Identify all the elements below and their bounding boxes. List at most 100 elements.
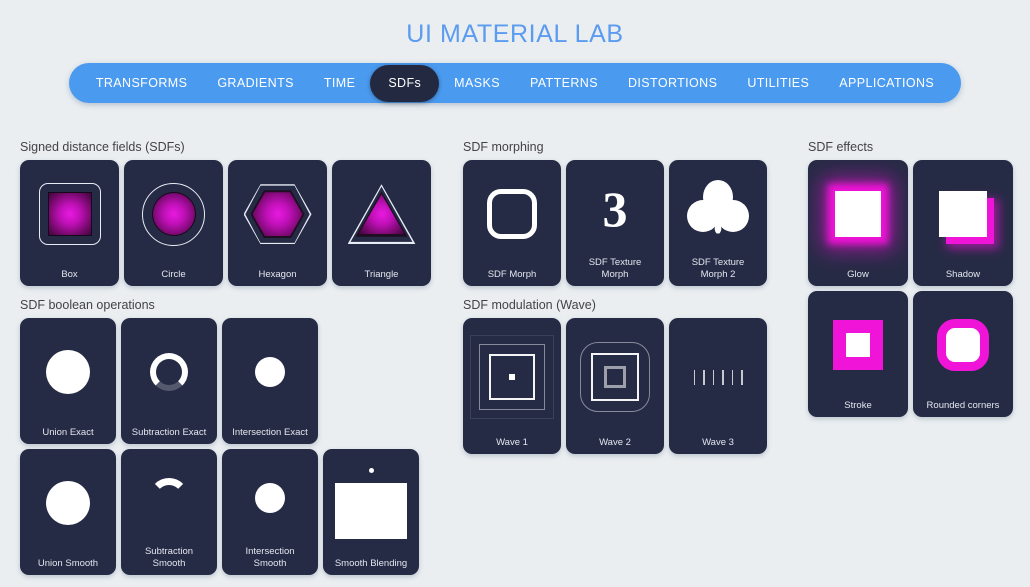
tab-utilities[interactable]: UTILITIES xyxy=(732,66,824,100)
box-sdf-icon xyxy=(20,160,119,269)
section-title-boolean-ops: SDF boolean operations xyxy=(20,298,155,312)
card-label: Triangle xyxy=(364,268,399,280)
card-label: Stroke xyxy=(844,399,872,411)
glow-square-icon xyxy=(835,191,881,238)
card-intersection-smooth[interactable]: Intersection Smooth xyxy=(222,449,318,575)
nav-bar-wrapper: TRANSFORMS GRADIENTS TIME SDFs MASKS PAT… xyxy=(0,63,1030,103)
tab-time[interactable]: TIME xyxy=(309,66,370,100)
page-title: UI MATERIAL LAB xyxy=(406,20,624,48)
section-title-modulation: SDF modulation (Wave) xyxy=(463,298,596,312)
small-circle-icon xyxy=(255,357,285,388)
card-wave-2[interactable]: Wave 2 xyxy=(566,318,664,454)
card-stroke[interactable]: Stroke xyxy=(808,291,908,417)
section-title-morphing: SDF morphing xyxy=(463,140,544,154)
card-label: Subtraction Exact xyxy=(131,426,207,438)
card-smooth-blending[interactable]: Smooth Blending xyxy=(323,449,419,575)
card-label: Subtraction Smooth xyxy=(144,546,194,569)
dot-icon xyxy=(368,467,374,473)
intersection-smooth-icon xyxy=(222,449,318,546)
sdf-primitives-row: Box Circle Hexagon Triangle xyxy=(20,160,455,286)
card-triangle[interactable]: Triangle xyxy=(332,160,431,286)
tab-applications[interactable]: APPLICATIONS xyxy=(824,66,949,100)
card-subtraction-smooth[interactable]: Subtraction Smooth xyxy=(121,449,217,575)
tab-gradients[interactable]: GRADIENTS xyxy=(202,66,309,100)
card-label: Wave 2 xyxy=(599,436,631,448)
digit-three-icon: 3 xyxy=(602,180,628,237)
card-label: Box xyxy=(61,268,78,280)
wave-2-layers xyxy=(577,339,653,415)
section-boolean-ops: SDF boolean operations Union Exact Subtr… xyxy=(20,298,455,575)
tab-distortions[interactable]: DISTORTIONS xyxy=(613,66,732,100)
morphing-row: SDF Morph 3 SDF Texture Morph SDF Textur… xyxy=(463,160,800,286)
card-glow[interactable]: Glow xyxy=(808,160,908,286)
content-columns: Signed distance fields (SDFs) Box Circle xyxy=(0,140,1030,575)
card-rounded-corners[interactable]: Rounded corners xyxy=(913,291,1013,417)
wave-2-icon xyxy=(566,318,664,437)
card-label: Shadow xyxy=(945,268,981,280)
card-label: Intersection Smooth xyxy=(245,546,295,569)
card-circle[interactable]: Circle xyxy=(124,160,223,286)
card-wave-1[interactable]: Wave 1 xyxy=(463,318,561,454)
card-union-exact[interactable]: Union Exact xyxy=(20,318,116,444)
boolean-ops-row-2: Union Smooth Subtraction Smooth Intersec… xyxy=(20,449,455,575)
sdf-morph-icon xyxy=(463,160,561,269)
blend-group xyxy=(335,467,407,539)
card-wave-3[interactable]: Wave 3 xyxy=(669,318,767,454)
rounded-square-outline-icon xyxy=(487,189,537,240)
ring-icon xyxy=(150,353,188,392)
card-label: Rounded corners xyxy=(926,399,1000,411)
card-sdf-texture-morph-2[interactable]: SDF Texture Morph 2 xyxy=(669,160,767,286)
nav-bar: TRANSFORMS GRADIENTS TIME SDFs MASKS PAT… xyxy=(68,63,962,103)
section-sdf-primitives: Signed distance fields (SDFs) Box Circle xyxy=(20,140,455,286)
column-effects: SDF effects Glow Shadow Stroke Rounded c… xyxy=(800,140,1030,575)
card-box[interactable]: Box xyxy=(20,160,119,286)
effects-row-2: Stroke Rounded corners xyxy=(808,291,1030,417)
tab-patterns[interactable]: PATTERNS xyxy=(515,66,613,100)
wave-ticks-icon xyxy=(693,369,743,385)
effects-row-1: Glow Shadow xyxy=(808,160,1030,286)
arc-icon xyxy=(149,477,189,518)
card-subtraction-exact[interactable]: Subtraction Exact xyxy=(121,318,217,444)
card-shadow[interactable]: Shadow xyxy=(913,160,1013,286)
wave-1-icon xyxy=(463,318,561,437)
sdf-texture-morph-icon: 3 xyxy=(566,160,664,257)
card-label: Circle xyxy=(161,268,186,280)
wave-inner-square-icon xyxy=(604,366,626,389)
tab-masks[interactable]: MASKS xyxy=(439,66,515,100)
card-label: Wave 3 xyxy=(702,436,734,448)
column-morphing: SDF morphing SDF Morph 3 SDF Texture Mor… xyxy=(455,140,800,575)
stroke-square-icon xyxy=(833,320,883,371)
card-label: Union Exact xyxy=(42,426,94,438)
tab-transforms[interactable]: TRANSFORMS xyxy=(81,66,203,100)
card-sdf-texture-morph[interactable]: 3 SDF Texture Morph xyxy=(566,160,664,286)
section-effects: SDF effects Glow Shadow Stroke Rounded c… xyxy=(808,140,1030,417)
tab-sdfs[interactable]: SDFs xyxy=(370,64,440,102)
card-hexagon[interactable]: Hexagon xyxy=(228,160,327,286)
section-title-sdf-primitives: Signed distance fields (SDFs) xyxy=(20,140,185,154)
card-label: Wave 1 xyxy=(496,436,528,448)
card-label: Smooth Blending xyxy=(334,557,408,569)
column-primitives: Signed distance fields (SDFs) Box Circle xyxy=(0,140,455,575)
card-sdf-morph[interactable]: SDF Morph xyxy=(463,160,561,286)
subtraction-smooth-icon xyxy=(121,449,217,546)
card-label: SDF Texture Morph 2 xyxy=(691,257,745,280)
club-icon xyxy=(687,179,749,238)
card-label: Intersection Exact xyxy=(232,426,308,438)
circle-shape-icon xyxy=(151,192,196,237)
section-morphing: SDF morphing SDF Morph 3 SDF Texture Mor… xyxy=(463,140,800,286)
card-union-smooth[interactable]: Union Smooth xyxy=(20,449,116,575)
modulation-row: Wave 1 Wave 2 Wave 3 xyxy=(463,318,800,454)
wave-3-icon xyxy=(669,318,767,437)
section-title-effects: SDF effects xyxy=(808,140,874,154)
box-shape-icon xyxy=(47,192,92,237)
intersection-exact-icon xyxy=(222,318,318,427)
card-label: SDF Texture Morph xyxy=(588,257,642,280)
union-smooth-icon xyxy=(20,449,116,558)
union-exact-icon xyxy=(20,318,116,427)
card-intersection-exact[interactable]: Intersection Exact xyxy=(222,318,318,444)
card-label: SDF Morph xyxy=(487,268,537,280)
shadow-square-icon xyxy=(939,191,987,238)
hexagon-sdf-icon xyxy=(228,160,327,269)
stroke-effect-icon xyxy=(808,291,908,400)
shadow-effect-icon xyxy=(913,160,1013,269)
